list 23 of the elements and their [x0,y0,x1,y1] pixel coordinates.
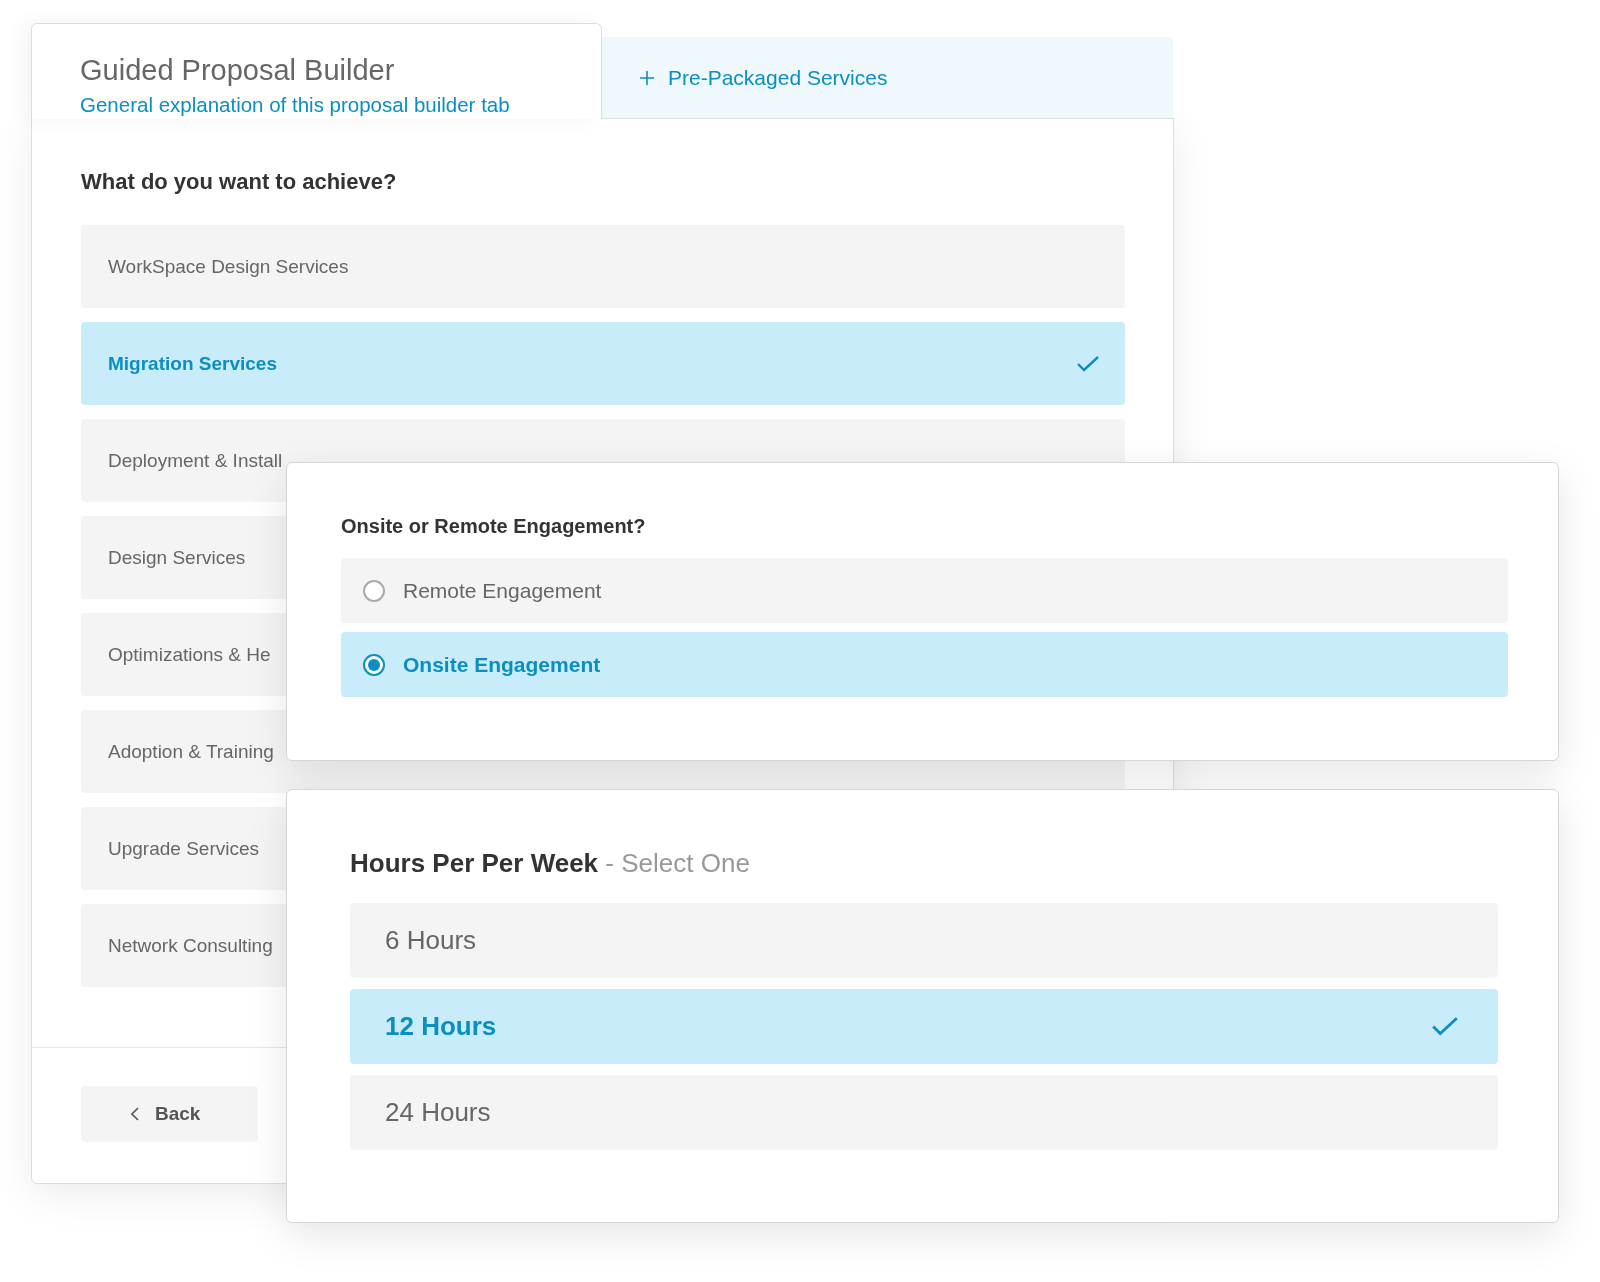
engagement-option[interactable]: Remote Engagement [341,558,1508,623]
plus-icon [640,70,654,85]
hours-option[interactable]: 12 Hours [350,989,1498,1064]
tab-title: Pre-Packaged Services [668,65,888,90]
service-option[interactable]: Migration Services [81,322,1125,405]
check-icon [1077,355,1099,372]
question: Onsite or Remote Engagement? [341,515,647,538]
question: What do you want to achieve? [81,169,398,195]
service-option[interactable]: WorkSpace Design Services [81,225,1125,308]
tab-title: Guided Proposal Builder [80,54,396,87]
hint-text: - Select One [605,848,750,878]
tab[interactable]: Guided Proposal Builder General explanation of this proposal builder tab [31,23,602,119]
question: Hours Per Per Week [350,848,599,878]
engagement-option[interactable]: Onsite Engagement [341,632,1508,697]
tab-subtitle: General explanation of this proposal builder tab [80,93,511,117]
tab[interactable]: Pre-Packaged Services [602,37,1173,118]
chevron-left-icon [131,1107,139,1121]
back-button[interactable]: Back [81,1086,258,1142]
check-icon [1432,1017,1458,1036]
hours-option[interactable]: 24 Hours [350,1075,1498,1150]
radio-button[interactable] [363,653,385,676]
hours-option[interactable]: 6 Hours [350,903,1498,978]
radio-button[interactable] [363,579,385,602]
